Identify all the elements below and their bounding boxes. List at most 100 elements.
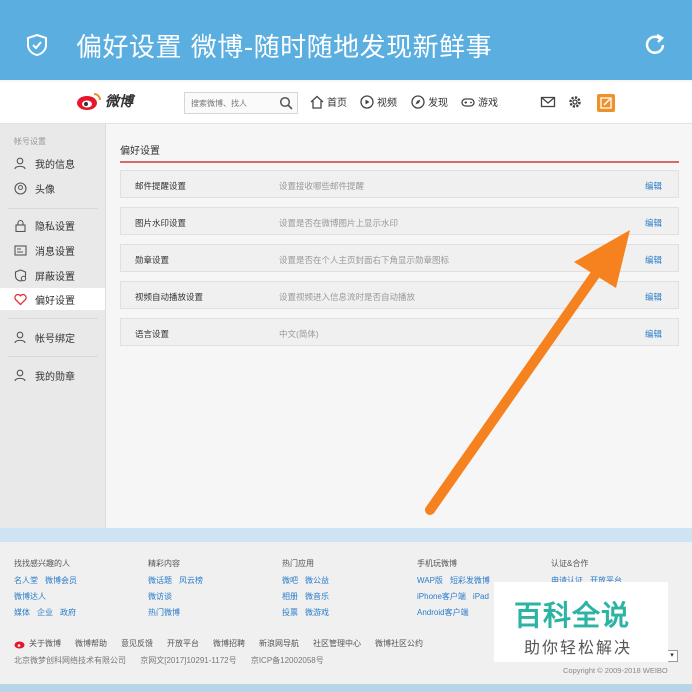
footer-column: 精彩内容 微话题 风云榜 微访谈 热门微博: [148, 558, 210, 623]
edit-link[interactable]: 编辑: [645, 180, 662, 192]
footer-link[interactable]: 微博帮助: [75, 638, 107, 649]
setting-description: 设置是否在微博图片上显示水印: [279, 218, 399, 228]
refresh-icon[interactable]: [642, 32, 668, 58]
footer-link[interactable]: 微博社区公约: [375, 638, 423, 649]
sidebar-item-block[interactable]: 屏蔽设置: [0, 264, 105, 286]
sidebar-item-avatar[interactable]: 头像: [0, 177, 105, 199]
message-icon: [14, 244, 27, 256]
footer-heading: 热门应用: [282, 559, 314, 568]
footer-link[interactable]: 意见反馈: [121, 638, 153, 649]
video-icon: [360, 94, 374, 109]
footer-link[interactable]: iPhone客户端: [417, 592, 466, 601]
edit-link[interactable]: 编辑: [645, 254, 662, 266]
gear-icon[interactable]: [567, 94, 583, 110]
setting-description: 设置接收哪些邮件提醒: [279, 181, 365, 191]
sidebar-item-label: 屏蔽设置: [35, 271, 75, 283]
footer-top-band: [0, 528, 692, 542]
compose-button[interactable]: [597, 94, 615, 112]
nav-video[interactable]: 视频: [360, 94, 397, 109]
gamepad-icon: [461, 97, 475, 107]
sidebar-divider: [8, 318, 98, 319]
sidebar-item-preferences[interactable]: 偏好设置: [0, 288, 105, 310]
footer-link[interactable]: 开放平台: [167, 638, 199, 649]
weibo-header: 微博 首页 视频 发现 游戏: [0, 80, 692, 124]
footer-link[interactable]: iPad: [473, 592, 489, 601]
sidebar-item-my-info[interactable]: 我的信息: [0, 152, 105, 174]
setting-name: 勋章设置: [135, 255, 170, 265]
heart-icon: [14, 293, 27, 305]
footer-link[interactable]: 微博达人: [14, 592, 46, 601]
footer-link[interactable]: 投票: [282, 608, 298, 617]
nav-home[interactable]: 首页: [310, 94, 347, 109]
shield-icon: [27, 34, 47, 56]
footer-link[interactable]: 名人堂: [14, 576, 38, 585]
logo-text: 微博: [105, 94, 133, 110]
watermark-title: 百科全说: [514, 599, 631, 632]
preferences-panel: 偏好设置 邮件提醒设置 设置接收哪些邮件提醒 编辑 图片水印设置 设置是否在微博…: [106, 124, 692, 528]
setting-description: 中文(简体): [279, 329, 319, 339]
mail-icon[interactable]: [540, 94, 556, 110]
watermark-subtitle: 助你轻松解决: [524, 638, 633, 657]
footer-link[interactable]: 微话题: [148, 576, 172, 585]
footer-link[interactable]: 短彩发微博: [450, 576, 490, 585]
compose-icon: [600, 97, 612, 109]
setting-name: 图片水印设置: [135, 218, 187, 228]
company-name: 北京微梦创科网络技术有限公司: [14, 656, 126, 665]
title-underline: [120, 161, 679, 163]
sidebar-item-medals[interactable]: 我的勋章: [0, 364, 105, 386]
sidebar-item-label: 我的信息: [35, 159, 75, 171]
footer-link[interactable]: 微吧: [282, 576, 298, 585]
nav-discover[interactable]: 发现: [411, 94, 448, 109]
weibo-eye-icon: [77, 93, 101, 110]
search-icon[interactable]: [279, 96, 293, 110]
search-input[interactable]: [185, 93, 273, 114]
sidebar-item-messages[interactable]: 消息设置: [0, 239, 105, 261]
footer-link[interactable]: Android客户端: [417, 608, 469, 617]
footer-link[interactable]: 媒体: [14, 608, 30, 617]
sidebar-group-label: 帐号设置: [14, 137, 46, 146]
sidebar-item-privacy[interactable]: 隐私设置: [0, 214, 105, 236]
nav-game-label: 游戏: [478, 98, 498, 109]
avatar-icon: [14, 181, 27, 195]
sidebar-item-account-binding[interactable]: 帐号绑定: [0, 326, 105, 348]
edit-link[interactable]: 编辑: [645, 291, 662, 303]
footer-link[interactable]: WAP版: [417, 576, 443, 585]
setting-row-medal: 勋章设置 设置是否在个人主页封面右下角显示勋章图标 编辑: [120, 244, 679, 272]
weibo-logo[interactable]: 微博: [76, 91, 133, 111]
footer-bottom-links: 关于微博 微博帮助 意见反馈 开放平台 微博招聘 新浪网导航 社区管理中心 微博…: [14, 638, 437, 649]
footer-link[interactable]: 新浪网导航: [259, 638, 299, 649]
nav-game[interactable]: 游戏: [461, 94, 498, 109]
footer-link[interactable]: 相册: [282, 592, 298, 601]
footer-link[interactable]: 热门微博: [148, 608, 180, 617]
search-box[interactable]: [184, 92, 298, 114]
sidebar-item-label: 消息设置: [35, 246, 75, 258]
weibo-small-icon: [14, 641, 25, 648]
footer-column: 手机玩微博 WAP版 短彩发微博 iPhone客户端 iPad Android客户端: [417, 558, 497, 623]
footer-link[interactable]: 关于微博: [29, 638, 61, 649]
setting-name: 视频自动播放设置: [135, 292, 204, 302]
footer-link[interactable]: 政府: [60, 608, 76, 617]
setting-row-language: 语言设置 中文(简体) 编辑: [120, 318, 679, 346]
footer-bottom-band: [0, 684, 692, 692]
footer-heading: 精彩内容: [148, 559, 180, 568]
title-bar: 偏好设置 微博-随时随地发现新鲜事: [0, 0, 692, 80]
footer-link[interactable]: 企业: [37, 608, 53, 617]
footer-link[interactable]: 微博会员: [45, 576, 77, 585]
footer-link[interactable]: 微博招聘: [213, 638, 245, 649]
footer-link[interactable]: 社区管理中心: [313, 638, 361, 649]
sidebar-item-label: 我的勋章: [35, 371, 75, 383]
footer-link[interactable]: 微访谈: [148, 592, 172, 601]
icp-number: 京ICP备12002058号: [250, 656, 324, 665]
sidebar-divider: [8, 208, 98, 209]
footer-column: 热门应用 微吧 微公益 相册 微音乐 投票 微游戏: [282, 558, 336, 623]
footer-link[interactable]: 微游戏: [305, 608, 329, 617]
edit-link[interactable]: 编辑: [645, 328, 662, 340]
footer-link[interactable]: 微公益: [305, 576, 329, 585]
edit-link[interactable]: 编辑: [645, 217, 662, 229]
footer-link[interactable]: 风云榜: [179, 576, 203, 585]
sidebar-item-label: 头像: [35, 184, 55, 196]
person-icon: [14, 157, 26, 169]
company-info: 北京微梦创科网络技术有限公司 京网文[2017]10291-1172号 京ICP…: [14, 655, 336, 666]
footer-heading: 认证&合作: [551, 559, 589, 568]
footer-link[interactable]: 微音乐: [305, 592, 329, 601]
